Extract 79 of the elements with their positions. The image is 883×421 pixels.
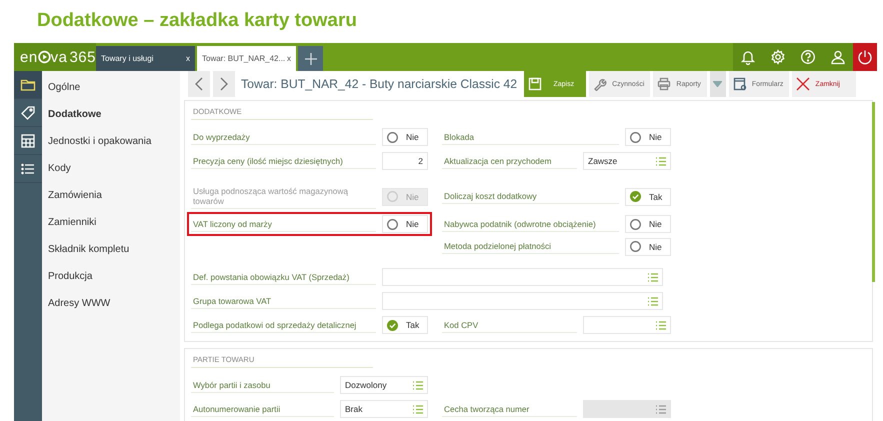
select-field[interactable]: [382, 292, 663, 310]
select-field[interactable]: [583, 316, 671, 334]
tab[interactable]: Towary i usługi x: [96, 46, 195, 71]
help-icon: [800, 49, 816, 65]
sidebar-item[interactable]: Składnik kompletu: [48, 244, 130, 255]
record-title: Towar: BUT_NAR_42 - Buty narciarskie Classic 42: [241, 77, 518, 91]
select-field[interactable]: [382, 268, 663, 286]
chevron-right-icon: [220, 77, 228, 91]
scrollbar[interactable]: [872, 102, 875, 282]
radio-toggle[interactable]: Nie: [382, 128, 428, 146]
rail-button[interactable]: [14, 71, 42, 99]
select-field[interactable]: Zawsze: [583, 152, 671, 170]
sidebar-item[interactable]: Produkcja: [48, 271, 92, 282]
field-label: Autonumerowanie partii: [193, 404, 280, 414]
list-icon: [412, 380, 423, 390]
power-button[interactable]: [853, 43, 877, 71]
radio-toggle[interactable]: Nie: [625, 128, 671, 146]
radio-toggle[interactable]: Tak: [382, 316, 428, 334]
list-icon: [655, 404, 666, 414]
list-icon: [412, 404, 423, 414]
power-icon: [857, 49, 873, 65]
field-label: Aktualizacja cen przychodem: [444, 156, 552, 166]
field-label: Def. powstania obowiązku VAT (Sprzedaż): [193, 272, 350, 282]
sidebar-item[interactable]: Jednostki i opakowania: [48, 136, 152, 147]
radio-toggle[interactable]: Nie: [625, 215, 671, 233]
select-field[interactable]: Dozwolony: [340, 376, 428, 394]
user-icon: [830, 49, 846, 65]
new-tab-button[interactable]: [298, 46, 323, 71]
bell-icon: [740, 49, 756, 65]
user-button[interactable]: [823, 43, 853, 71]
field-label: Do wyprzedaży: [193, 132, 250, 142]
forward-button[interactable]: [213, 71, 235, 97]
number-field[interactable]: 2: [382, 152, 428, 170]
field-label: Nabywca podatnik (odwrotne obciążenie): [444, 218, 596, 228]
radio-toggle[interactable]: Nie: [625, 238, 671, 256]
close-icon: [796, 77, 810, 91]
field-label: Kod CPV: [444, 320, 478, 330]
field-label: Usługa podnosząca wartość magazynową towarów: [193, 186, 349, 206]
back-button[interactable]: [188, 71, 210, 97]
list-icon: [655, 156, 666, 166]
field-label: Wybór partii i zasobu: [193, 380, 270, 390]
notifications-button[interactable]: [733, 43, 763, 71]
sidebar-item[interactable]: Zamówienia: [48, 190, 102, 201]
grid-icon: [20, 132, 36, 148]
field-label: Precyzja ceny (ilość miejsc dziesiętnych): [193, 156, 343, 166]
app-logo: en va365: [14, 43, 96, 71]
field-label: Grupa towarowa VAT: [193, 296, 272, 306]
sidebar-item[interactable]: Ogólne: [48, 82, 80, 93]
sidebar-item[interactable]: Dodatkowe: [48, 109, 102, 120]
wrench-icon: [593, 77, 608, 91]
field-label: Cecha tworząca numer: [444, 404, 530, 414]
sidebar-item[interactable]: Adresy WWW: [48, 298, 110, 309]
form-icon: [732, 77, 747, 91]
tag-icon: [20, 104, 36, 120]
field-label: Blokada: [444, 132, 474, 142]
save-icon: [528, 77, 542, 91]
close-tab-button[interactable]: x: [186, 54, 190, 63]
plus-icon: [304, 52, 316, 64]
list-icon: [655, 320, 666, 330]
chevron-left-icon: [195, 77, 203, 91]
reports-dropdown-button[interactable]: [710, 71, 726, 97]
field-label: Metoda podzielonej płatności: [444, 241, 552, 251]
field-label: Doliczaj koszt dodatkowy: [444, 191, 537, 201]
play-circle-icon: [38, 50, 51, 64]
printer-icon: [657, 77, 672, 91]
list-icon: [647, 296, 658, 306]
sidebar-item[interactable]: Zamienniki: [48, 217, 96, 228]
settings-icon: [770, 49, 786, 65]
select-field[interactable]: Brak: [340, 400, 428, 418]
list-icon: [647, 272, 658, 282]
tab[interactable]: Towar: BUT_NAR_42... x: [197, 46, 296, 71]
sidebar-item[interactable]: Kody: [48, 163, 71, 174]
close-tab-button[interactable]: x: [287, 54, 291, 63]
radio-toggle[interactable]: Nie: [382, 215, 428, 233]
field-label: Podlega podatkowi od sprzedaży detalicznej: [193, 320, 356, 330]
caret-down-icon: [713, 81, 722, 87]
radio-toggle[interactable]: Tak: [625, 188, 671, 206]
page-title: Dodatkowe – zakładka karty towaru: [37, 9, 357, 33]
field-label: VAT liczony od marży: [193, 218, 272, 228]
